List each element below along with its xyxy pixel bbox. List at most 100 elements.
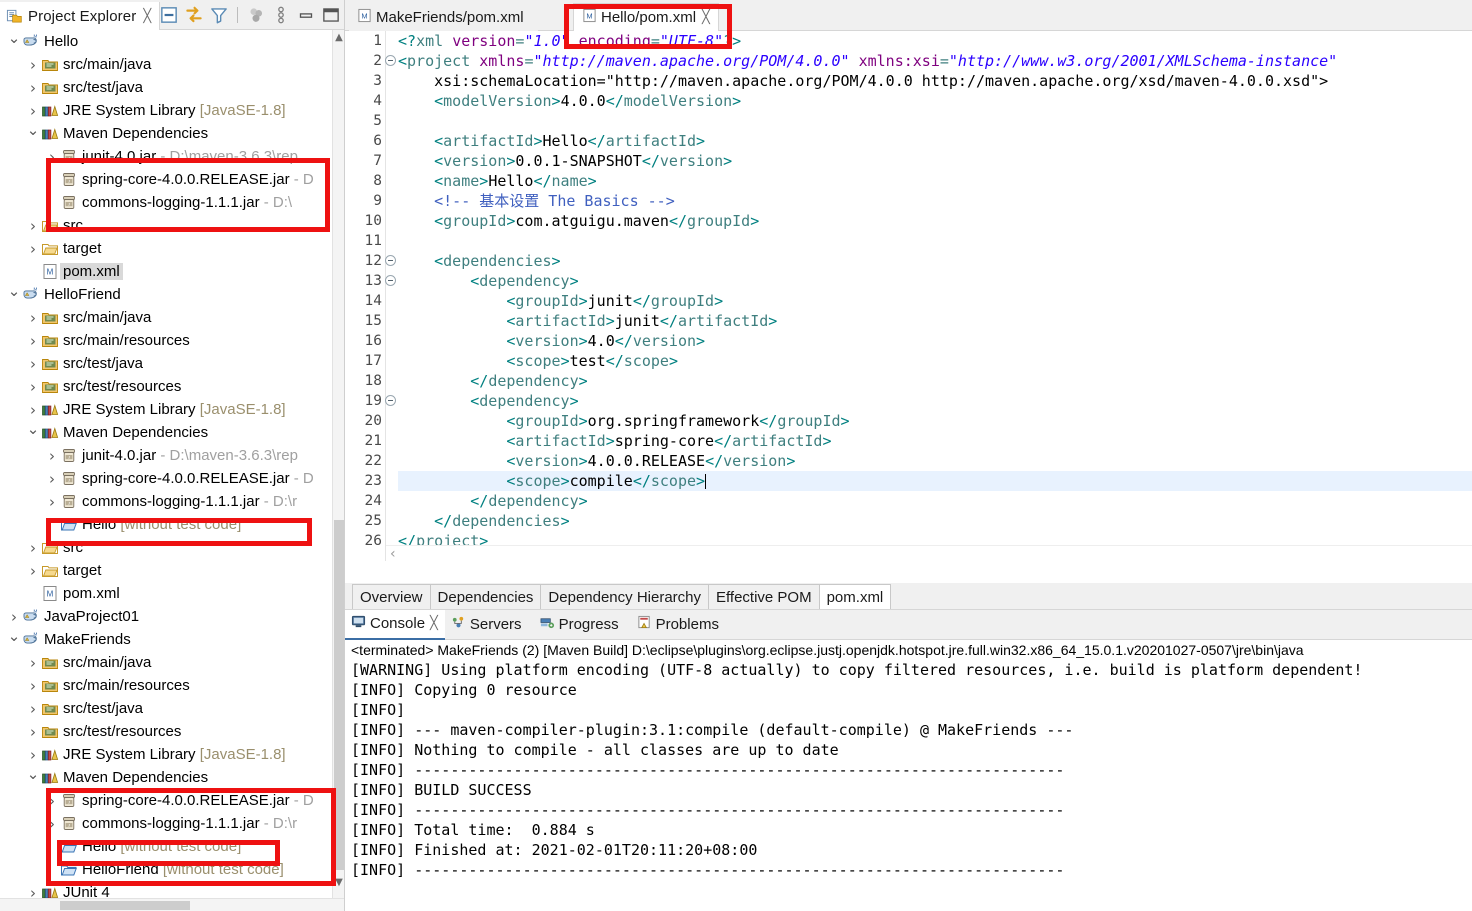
editor-horizontal-scrollbar[interactable]: ‹ xyxy=(386,545,1472,561)
chevron-down-icon[interactable] xyxy=(6,628,22,651)
code-line[interactable]: <groupId>com.atguigu.maven</groupId> xyxy=(398,211,1472,231)
code-line[interactable]: <artifactId>junit</artifactId> xyxy=(398,311,1472,331)
code-line[interactable]: <version>0.0.1-SNAPSHOT</version> xyxy=(398,151,1472,171)
code-line[interactable]: <scope>compile</scope> xyxy=(398,471,1472,491)
tree-item-maven-dependencies[interactable]: Maven Dependencies xyxy=(0,766,333,789)
editor-tab-makefriends-pom[interactable]: M MakeFriends/pom.xml xyxy=(349,3,538,31)
focus-icon[interactable] xyxy=(245,4,267,26)
chevron-right-icon[interactable] xyxy=(25,536,41,559)
code-line[interactable]: <artifactId>spring-core</artifactId> xyxy=(398,431,1472,451)
tab-servers[interactable]: Servers xyxy=(445,611,534,639)
tab-project-explorer[interactable]: Project Explorer ╳ xyxy=(0,2,161,30)
code-line[interactable]: <groupId>junit</groupId> xyxy=(398,291,1472,311)
project-tree[interactable]: M Hello src/main/java src/test/java JRE Syst… xyxy=(0,30,333,911)
tree-item-src-main-resources[interactable]: src/main/resources xyxy=(0,329,333,352)
form-tab-dependency-hierarchy[interactable]: Dependency Hierarchy xyxy=(540,584,709,609)
chevron-right-icon[interactable] xyxy=(44,812,60,835)
minimize-icon[interactable] xyxy=(295,4,317,26)
tree-item-target[interactable]: target xyxy=(0,237,333,260)
tree-item-maven-dependencies[interactable]: Maven Dependencies xyxy=(0,122,333,145)
chevron-right-icon[interactable] xyxy=(25,76,41,99)
tab-problems[interactable]: Problems xyxy=(631,611,731,639)
chevron-down-icon[interactable] xyxy=(6,283,22,306)
code-line[interactable]: <dependency> xyxy=(398,271,1472,291)
chevron-right-icon[interactable] xyxy=(25,375,41,398)
chevron-right-icon[interactable] xyxy=(25,651,41,674)
fold-collapse-icon[interactable] xyxy=(385,255,396,266)
chevron-right-icon[interactable] xyxy=(44,490,60,513)
tab-progress[interactable]: Progress xyxy=(534,611,631,639)
tree-item-hello[interactable]: Hello [without test code] xyxy=(0,835,333,858)
code-line[interactable]: <name>Hello</name> xyxy=(398,171,1472,191)
code-editor[interactable]: 1 2 3 4 5 6 7 8 9 10 11 12 13 14 15 16 17 18 19 20 21 22 23 24 2… xyxy=(345,31,1472,561)
scroll-left-arrow[interactable]: ‹ xyxy=(390,546,396,561)
tree-item-commons-logging-1-1-1-jar[interactable]: Jcommons-logging-1.1.1.jar - D:\r xyxy=(0,812,333,835)
code-line[interactable]: <project xmlns="http://maven.apache.org/… xyxy=(398,51,1472,71)
tree-item-javaproject01[interactable]: M JavaProject01 xyxy=(0,605,333,628)
code-line[interactable]: </dependency> xyxy=(398,491,1472,511)
tab-console[interactable]: Console ╳ xyxy=(345,609,445,640)
tree-item-src[interactable]: src xyxy=(0,536,333,559)
chevron-right-icon[interactable] xyxy=(6,605,22,628)
project-explorer-vertical-scrollbar[interactable]: ▲ ▼ xyxy=(332,30,344,911)
chevron-down-icon[interactable] xyxy=(25,766,41,789)
chevron-right-icon[interactable] xyxy=(25,214,41,237)
scrollbar-thumb[interactable] xyxy=(334,520,344,870)
tree-item-makefriends[interactable]: M MakeFriends xyxy=(0,628,333,651)
tree-item-jre-system-library[interactable]: JRE System Library [JavaSE-1.8] xyxy=(0,743,333,766)
chevron-right-icon[interactable] xyxy=(44,145,60,168)
form-tab-dependencies[interactable]: Dependencies xyxy=(429,584,542,609)
view-menu-icon[interactable] xyxy=(270,4,292,26)
editor-tab-hello-pom[interactable]: M Hello/pom.xml ╳ xyxy=(573,3,719,31)
chevron-right-icon[interactable] xyxy=(25,720,41,743)
code-line[interactable]: <groupId>org.springframework</groupId> xyxy=(398,411,1472,431)
link-with-editor-icon[interactable] xyxy=(183,4,205,26)
console-output[interactable]: <terminated> MakeFriends (2) [Maven Buil… xyxy=(345,640,1472,911)
filter-icon[interactable] xyxy=(208,4,230,26)
maximize-icon[interactable] xyxy=(320,4,342,26)
tree-item-hello[interactable]: Hello [without test code] xyxy=(0,513,333,536)
close-icon[interactable]: ╳ xyxy=(143,9,151,24)
tree-item-pom-xml[interactable]: Mpom.xml xyxy=(0,582,333,605)
form-tab-overview[interactable]: Overview xyxy=(352,584,431,609)
form-tab-pom-xml[interactable]: pom.xml xyxy=(818,584,892,609)
tree-item-hellofriend[interactable]: HelloFriend [without test code] xyxy=(0,858,333,881)
close-icon[interactable]: ╳ xyxy=(702,10,710,25)
tree-item-hello[interactable]: M Hello xyxy=(0,30,333,53)
tree-item-jre-system-library[interactable]: JRE System Library [JavaSE-1.8] xyxy=(0,99,333,122)
code-line[interactable]: <!-- 基本设置 The Basics --> xyxy=(398,191,1472,211)
chevron-right-icon[interactable] xyxy=(44,444,60,467)
tree-item-src[interactable]: src xyxy=(0,214,333,237)
chevron-right-icon[interactable] xyxy=(44,467,60,490)
code-line[interactable]: <modelVersion>4.0.0</modelVersion> xyxy=(398,91,1472,111)
scroll-down-arrow[interactable]: ▼ xyxy=(333,877,344,891)
chevron-right-icon[interactable] xyxy=(44,789,60,812)
chevron-right-icon[interactable] xyxy=(25,743,41,766)
chevron-right-icon[interactable] xyxy=(25,559,41,582)
code-line[interactable]: <dependencies> xyxy=(398,251,1472,271)
tree-item-commons-logging-1-1-1-jar[interactable]: Jcommons-logging-1.1.1.jar - D:\r xyxy=(0,490,333,513)
tree-item-spring-core-4-0-0-release-jar[interactable]: Jspring-core-4.0.0.RELEASE.jar - D xyxy=(0,789,333,812)
tree-item-spring-core-4-0-0-release-jar[interactable]: Jspring-core-4.0.0.RELEASE.jar - D xyxy=(0,467,333,490)
tree-item-hellofriend[interactable]: M HelloFriend xyxy=(0,283,333,306)
code-line[interactable]: <scope>test</scope> xyxy=(398,351,1472,371)
tree-item-pom-xml[interactable]: Mpom.xml xyxy=(0,260,333,283)
pom-editor-form-tabs[interactable]: Overview Dependencies Dependency Hierarchy… xyxy=(345,583,1472,610)
code-line[interactable]: <dependency> xyxy=(398,391,1472,411)
code-line[interactable]: </dependencies> xyxy=(398,511,1472,531)
chevron-down-icon[interactable] xyxy=(25,122,41,145)
chevron-right-icon[interactable] xyxy=(25,697,41,720)
code-line[interactable] xyxy=(398,231,1472,251)
tree-item-src-main-resources[interactable]: src/main/resources xyxy=(0,674,333,697)
chevron-right-icon[interactable] xyxy=(25,329,41,352)
tree-item-src-test-java[interactable]: src/test/java xyxy=(0,76,333,99)
chevron-right-icon[interactable] xyxy=(25,99,41,122)
tree-item-src-main-java[interactable]: src/main/java xyxy=(0,306,333,329)
chevron-right-icon[interactable] xyxy=(25,237,41,260)
code-line[interactable] xyxy=(398,111,1472,131)
tree-item-src-test-java[interactable]: src/test/java xyxy=(0,352,333,375)
tree-item-src-main-java[interactable]: src/main/java xyxy=(0,53,333,76)
tree-item-target[interactable]: target xyxy=(0,559,333,582)
tree-item-src-test-java[interactable]: src/test/java xyxy=(0,697,333,720)
tree-item-src-test-resources[interactable]: src/test/resources xyxy=(0,375,333,398)
